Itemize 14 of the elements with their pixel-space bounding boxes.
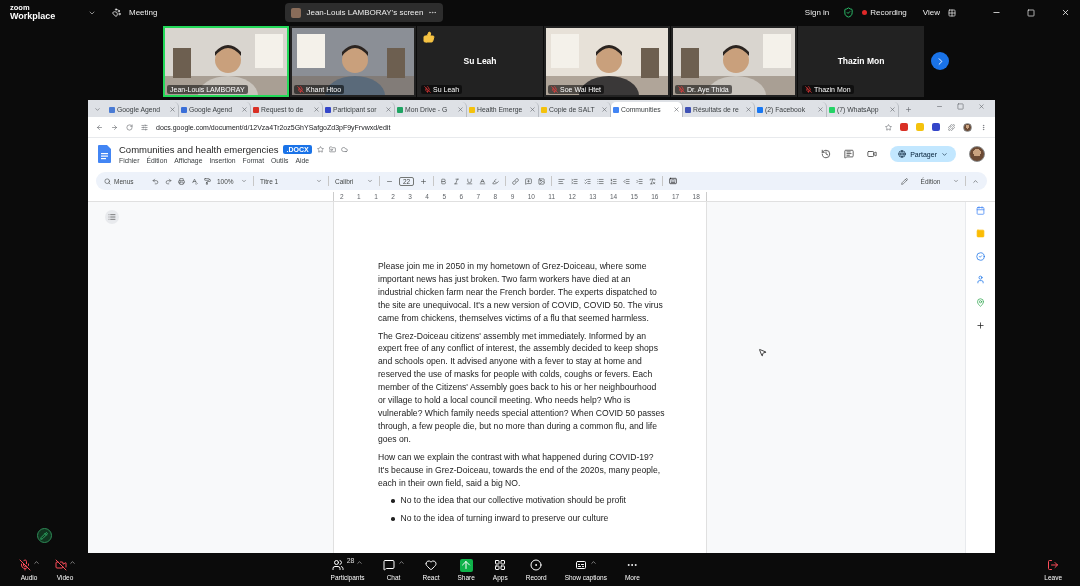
meeting-label: Meeting bbox=[129, 8, 158, 17]
bullet-text: No to the idea that our collective motivation should be profit bbox=[400, 494, 626, 508]
paragraph: Please join me in 2050 in my hometown of Grez-Doiceau, where some important news has just broken. Two farm workers have died at an industrial chicken farm near the French border. The experts dispatched to the site are unequivocal. It's a new version of COVID, COVID 50. The virus came from chickens, themselves victims of a flu that seemed harmless. bbox=[378, 260, 664, 325]
sign-in-link[interactable]: Sign in bbox=[804, 8, 830, 17]
participant-name-heading: Thazin Mon bbox=[836, 55, 886, 66]
document-title[interactable]: Communities and health emergencies bbox=[119, 144, 279, 155]
participant-name-heading: Su Leah bbox=[462, 55, 498, 66]
paragraph: How can we explain the contrast with what happened during COVID-19? It's because in Grez-Doiceau, towards the end of the 2020s, many people, each in their own field, said a big NO. bbox=[378, 450, 662, 490]
view-button[interactable]: View bbox=[922, 8, 940, 17]
recording-label: Recording bbox=[870, 8, 907, 17]
bullet-text: No to the idea of turning inward to preserve our culture bbox=[400, 512, 609, 526]
brand-name: Workplace bbox=[10, 11, 57, 21]
paragraph: The Grez-Doiceau citizens' assembly met immediately. Informed by an expert free of any conflict of interest, the assembly decided to keep shops and schools open. It advised anyone with a fever to stay at home and reserved the use of masks for people with colds, coughs or fevers. Each member of the Citizens' Assembly goes back to his or her neighbourhood or village to hold a local council meeting. Who needs help? Who is vulnerable? Which family needs special attention? When COVID 50 passes through, a few people die, but no more than during a common flu, and life goes on. bbox=[378, 329, 666, 446]
screen-share-pill[interactable]: Jean-Louis LAMBORAY's screen bbox=[285, 3, 444, 22]
